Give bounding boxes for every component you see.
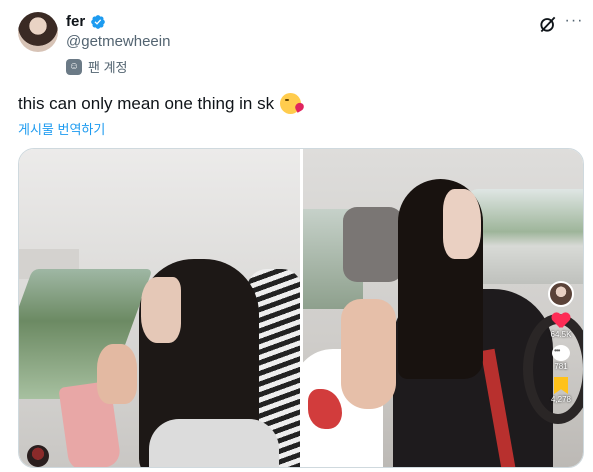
media-grid: 64.5K 781 4,278 xyxy=(18,148,584,468)
front-window xyxy=(467,189,583,284)
comment-icon xyxy=(552,345,570,361)
comment-stat: 781 xyxy=(552,345,570,371)
driver-face xyxy=(442,189,481,259)
person-shirt xyxy=(149,419,279,467)
media-photo-left[interactable] xyxy=(19,149,300,467)
translate-post-link[interactable]: 게시물 번역하기 xyxy=(18,119,105,138)
fan-account-label-row: ☺ 팬 계정 xyxy=(66,57,128,76)
fan-account-mask-icon: ☺ xyxy=(66,58,82,75)
seat-headrest xyxy=(342,207,403,282)
bookmark-stat: 4,278 xyxy=(551,377,571,404)
fan-account-label: 팬 계정 xyxy=(88,60,128,75)
tiktok-side-rail: 64.5K 781 4,278 xyxy=(547,281,575,404)
tweet-body: this can only mean one thing in sk xyxy=(18,93,275,113)
comment-count: 781 xyxy=(554,362,568,371)
heart-icon xyxy=(552,313,570,329)
media-photo-right[interactable]: 64.5K 781 4,278 xyxy=(302,149,583,467)
tiktok-profile-avatar xyxy=(548,281,574,307)
person-face xyxy=(141,277,181,343)
passenger-peace-hand xyxy=(340,299,396,409)
more-icon[interactable]: ··· xyxy=(564,13,584,34)
kiss-emoji-icon xyxy=(280,93,302,114)
like-stat: 64.5K xyxy=(551,313,572,339)
author-handle[interactable]: @getmewheein xyxy=(66,33,170,50)
author-display-name[interactable]: fer xyxy=(66,13,85,30)
peace-sign-hand xyxy=(97,344,137,404)
author-avatar[interactable] xyxy=(18,12,58,52)
bookmark-icon xyxy=(554,377,568,394)
like-count: 64.5K xyxy=(550,330,572,339)
grok-icon[interactable] xyxy=(538,14,558,34)
tweet-text: this can only mean one thing in sk xyxy=(18,93,302,114)
verified-badge-icon xyxy=(91,14,106,29)
bookmark-count: 4,278 xyxy=(550,395,572,404)
author-name-row: fer xyxy=(66,13,106,30)
tiktok-creator-avatar xyxy=(27,445,49,467)
